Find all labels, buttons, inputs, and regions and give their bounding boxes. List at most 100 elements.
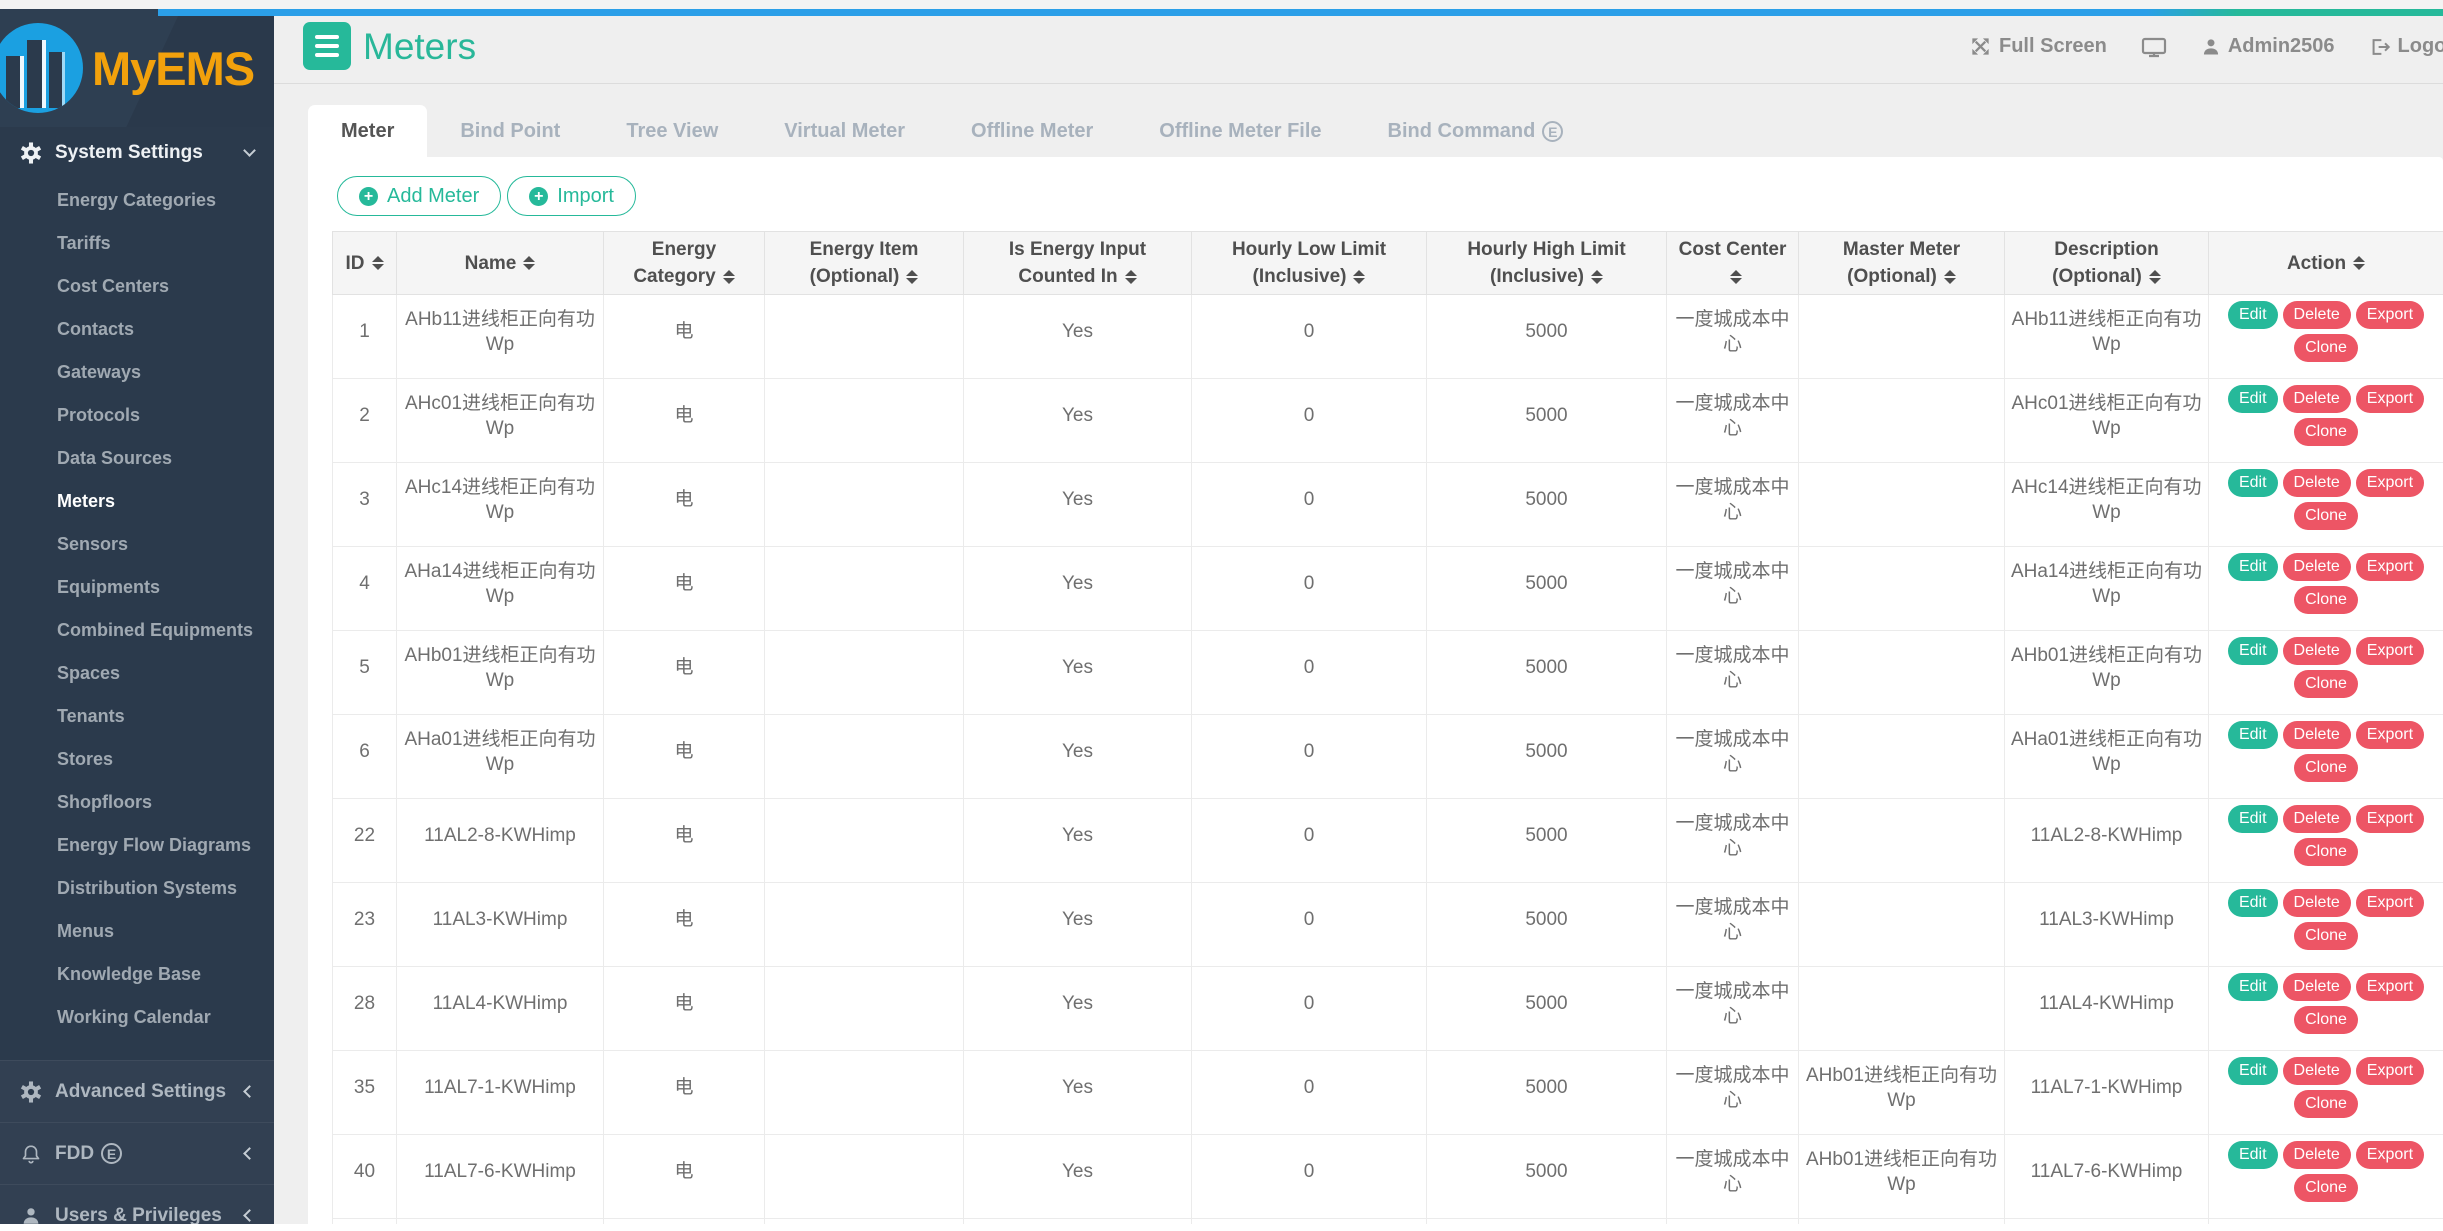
column-header-master-meter-optional[interactable]: Master Meter (Optional) — [1799, 232, 2005, 295]
clone-button[interactable]: Clone — [2294, 334, 2358, 362]
column-header-energy-item-optional[interactable]: Energy Item (Optional) — [765, 232, 964, 295]
clone-button[interactable]: Clone — [2294, 922, 2358, 950]
edit-button[interactable]: Edit — [2228, 301, 2278, 329]
import-button[interactable]: + Import — [507, 176, 636, 216]
fullscreen-button[interactable]: Full Screen — [1969, 35, 2107, 58]
export-button[interactable]: Export — [2356, 301, 2424, 329]
cell-master-meter — [1799, 379, 2005, 463]
sidebar-item-combined-equipments[interactable]: Combined Equipments — [0, 609, 274, 652]
clone-button[interactable]: Clone — [2294, 1174, 2358, 1202]
edit-button[interactable]: Edit — [2228, 469, 2278, 497]
column-header-cost-center[interactable]: Cost Center — [1667, 232, 1799, 295]
delete-button[interactable]: Delete — [2283, 805, 2351, 833]
sidebar-section-fdd[interactable]: FDD E — [0, 1122, 274, 1184]
sidebar-item-working-calendar[interactable]: Working Calendar — [0, 996, 274, 1039]
column-header-hourly-high-limit-inclusive[interactable]: Hourly High Limit (Inclusive) — [1427, 232, 1667, 295]
export-button[interactable]: Export — [2356, 553, 2424, 581]
display-button[interactable] — [2141, 35, 2167, 59]
column-header-id[interactable]: ID — [333, 232, 397, 295]
tab-offline-meter-file[interactable]: Offline Meter File — [1126, 105, 1354, 157]
sidebar-item-menus[interactable]: Menus — [0, 910, 274, 953]
delete-button[interactable]: Delete — [2283, 1141, 2351, 1169]
tab-virtual-meter[interactable]: Virtual Meter — [751, 105, 938, 157]
edit-button[interactable]: Edit — [2228, 553, 2278, 581]
sidebar-item-knowledge-base[interactable]: Knowledge Base — [0, 953, 274, 996]
sidebar-item-distribution-systems[interactable]: Distribution Systems — [0, 867, 274, 910]
cell-description: 11AL4-KWHimp — [2005, 967, 2209, 1051]
sidebar-section-advanced-settings[interactable]: Advanced Settings — [0, 1060, 274, 1122]
cell-high-limit: 5000 — [1427, 379, 1667, 463]
edit-button[interactable]: Edit — [2228, 1141, 2278, 1169]
cell-energy-category: 电 — [604, 1135, 765, 1219]
export-button[interactable]: Export — [2356, 721, 2424, 749]
delete-button[interactable]: Delete — [2283, 1057, 2351, 1085]
edit-button[interactable]: Edit — [2228, 1057, 2278, 1085]
column-header-is-energy-input-counted-in[interactable]: Is Energy Input Counted In — [964, 232, 1192, 295]
delete-button[interactable]: Delete — [2283, 721, 2351, 749]
sidebar-item-protocols[interactable]: Protocols — [0, 394, 274, 437]
logout-button[interactable]: Logout — [2369, 35, 2443, 58]
clone-button[interactable]: Clone — [2294, 670, 2358, 698]
clone-button[interactable]: Clone — [2294, 502, 2358, 530]
sidebar-item-gateways[interactable]: Gateways — [0, 351, 274, 394]
delete-button[interactable]: Delete — [2283, 469, 2351, 497]
delete-button[interactable]: Delete — [2283, 385, 2351, 413]
add-meter-button[interactable]: + Add Meter — [337, 176, 501, 216]
cell-name: AHa01进线柜正向有功Wp — [397, 715, 604, 799]
user-menu[interactable]: Admin2506 — [2201, 35, 2335, 58]
edit-button[interactable]: Edit — [2228, 721, 2278, 749]
cell-id: 2 — [333, 379, 397, 463]
edit-button[interactable]: Edit — [2228, 805, 2278, 833]
delete-button[interactable]: Delete — [2283, 301, 2351, 329]
export-button[interactable]: Export — [2356, 889, 2424, 917]
column-header-name[interactable]: Name — [397, 232, 604, 295]
edit-button[interactable]: Edit — [2228, 889, 2278, 917]
column-header-energy-category[interactable]: Energy Category — [604, 232, 765, 295]
sidebar-item-meters[interactable]: Meters — [0, 480, 274, 523]
edit-button[interactable]: Edit — [2228, 637, 2278, 665]
tab-tree-view[interactable]: Tree View — [593, 105, 751, 157]
tab-bind-point[interactable]: Bind Point — [427, 105, 593, 157]
sidebar-section-system-settings[interactable]: System Settings — [0, 127, 274, 179]
export-button[interactable]: Export — [2356, 1057, 2424, 1085]
sidebar-item-sensors[interactable]: Sensors — [0, 523, 274, 566]
export-button[interactable]: Export — [2356, 1141, 2424, 1169]
export-button[interactable]: Export — [2356, 469, 2424, 497]
sidebar-item-data-sources[interactable]: Data Sources — [0, 437, 274, 480]
sidebar-section-users-privileges[interactable]: Users & Privileges — [0, 1184, 274, 1224]
delete-button[interactable]: Delete — [2283, 553, 2351, 581]
sidebar-item-tariffs[interactable]: Tariffs — [0, 222, 274, 265]
column-header-hourly-low-limit-inclusive[interactable]: Hourly Low Limit (Inclusive) — [1192, 232, 1427, 295]
clone-button[interactable]: Clone — [2294, 1090, 2358, 1118]
export-button[interactable]: Export — [2356, 973, 2424, 1001]
tab-bind-command[interactable]: Bind CommandE — [1355, 105, 1597, 157]
sidebar-item-equipments[interactable]: Equipments — [0, 566, 274, 609]
clone-button[interactable]: Clone — [2294, 586, 2358, 614]
delete-button[interactable]: Delete — [2283, 889, 2351, 917]
tab-offline-meter[interactable]: Offline Meter — [938, 105, 1126, 157]
sidebar-item-cost-centers[interactable]: Cost Centers — [0, 265, 274, 308]
clone-button[interactable]: Clone — [2294, 754, 2358, 782]
edit-button[interactable]: Edit — [2228, 973, 2278, 1001]
delete-button[interactable]: Delete — [2283, 973, 2351, 1001]
tab-meter[interactable]: Meter — [308, 105, 427, 157]
clone-button[interactable]: Clone — [2294, 418, 2358, 446]
column-header-description-optional[interactable]: Description (Optional) — [2005, 232, 2209, 295]
sidebar-toggle-button[interactable] — [303, 22, 351, 70]
cell-low-limit: 0 — [1192, 1219, 1427, 1225]
sidebar-item-tenants[interactable]: Tenants — [0, 695, 274, 738]
sidebar-item-shopfloors[interactable]: Shopfloors — [0, 781, 274, 824]
sidebar-item-energy-categories[interactable]: Energy Categories — [0, 179, 274, 222]
sidebar-item-spaces[interactable]: Spaces — [0, 652, 274, 695]
column-header-action[interactable]: Action — [2209, 232, 2443, 295]
export-button[interactable]: Export — [2356, 805, 2424, 833]
sidebar-item-stores[interactable]: Stores — [0, 738, 274, 781]
sidebar-item-contacts[interactable]: Contacts — [0, 308, 274, 351]
clone-button[interactable]: Clone — [2294, 1006, 2358, 1034]
export-button[interactable]: Export — [2356, 637, 2424, 665]
export-button[interactable]: Export — [2356, 385, 2424, 413]
edit-button[interactable]: Edit — [2228, 385, 2278, 413]
sidebar-item-energy-flow-diagrams[interactable]: Energy Flow Diagrams — [0, 824, 274, 867]
clone-button[interactable]: Clone — [2294, 838, 2358, 866]
delete-button[interactable]: Delete — [2283, 637, 2351, 665]
